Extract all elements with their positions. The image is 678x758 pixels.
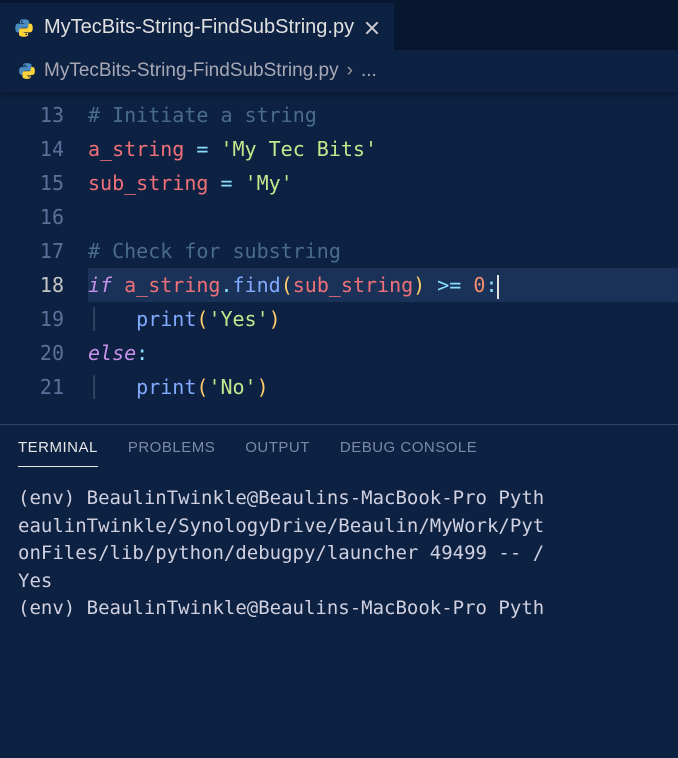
code-line[interactable]: 21│ print('No')	[0, 370, 678, 404]
code-content[interactable]: else:	[88, 336, 678, 370]
code-line[interactable]: 13# Initiate a string	[0, 98, 678, 132]
panel-tab-debug-console[interactable]: DEBUG CONSOLE	[340, 439, 477, 467]
line-number: 13	[0, 98, 88, 132]
terminal-line: eaulinTwinkle/SynologyDrive/Beaulin/MyWo…	[18, 513, 660, 541]
breadcrumb[interactable]: MyTecBits-String-FindSubString.py › ...	[0, 50, 678, 92]
terminal-line: Yes	[18, 568, 660, 596]
panel-tab-problems[interactable]: PROBLEMS	[128, 439, 215, 467]
line-number: 20	[0, 336, 88, 370]
code-line[interactable]: 15sub_string = 'My'	[0, 166, 678, 200]
code-editor[interactable]: 13# Initiate a string14a_string = 'My Te…	[0, 92, 678, 404]
code-line[interactable]: 17# Check for substring	[0, 234, 678, 268]
terminal-line: (env) BeaulinTwinkle@Beaulins-MacBook-Pr…	[18, 595, 660, 623]
panel-tab-terminal[interactable]: TERMINAL	[18, 439, 98, 467]
line-number: 21	[0, 370, 88, 404]
python-icon	[14, 18, 34, 38]
code-line[interactable]: 20else:	[0, 336, 678, 370]
terminal-line: (env) BeaulinTwinkle@Beaulins-MacBook-Pr…	[18, 485, 660, 513]
code-line[interactable]: 19│ print('Yes')	[0, 302, 678, 336]
tab-filename: MyTecBits-String-FindSubString.py	[44, 16, 354, 39]
line-number: 14	[0, 132, 88, 166]
text-cursor	[497, 275, 499, 299]
line-number: 15	[0, 166, 88, 200]
code-content[interactable]: a_string = 'My Tec Bits'	[88, 132, 678, 166]
code-line[interactable]: 18if a_string.find(sub_string) >= 0:	[0, 268, 678, 302]
code-line[interactable]: 14a_string = 'My Tec Bits'	[0, 132, 678, 166]
code-content[interactable]: # Initiate a string	[88, 98, 678, 132]
tab-bar: MyTecBits-String-FindSubString.py	[0, 0, 678, 50]
panel-tabs: TERMINAL PROBLEMS OUTPUT DEBUG CONSOLE	[0, 425, 678, 467]
terminal-line: onFiles/lib/python/debugpy/launcher 4949…	[18, 540, 660, 568]
close-icon[interactable]	[364, 20, 380, 36]
chevron-right-icon: ›	[347, 60, 353, 82]
line-number: 17	[0, 234, 88, 268]
editor-tab[interactable]: MyTecBits-String-FindSubString.py	[0, 3, 394, 50]
line-number: 16	[0, 200, 88, 234]
code-content[interactable]: sub_string = 'My'	[88, 166, 678, 200]
terminal-output[interactable]: (env) BeaulinTwinkle@Beaulins-MacBook-Pr…	[0, 467, 678, 641]
python-icon	[18, 62, 36, 80]
code-content[interactable]	[88, 200, 678, 234]
breadcrumb-more: ...	[361, 60, 377, 82]
code-content[interactable]: # Check for substring	[88, 234, 678, 268]
line-number: 19	[0, 302, 88, 336]
breadcrumb-filename: MyTecBits-String-FindSubString.py	[44, 60, 339, 82]
panel-tab-output[interactable]: OUTPUT	[245, 439, 310, 467]
code-content[interactable]: │ print('Yes')	[88, 302, 678, 336]
code-line[interactable]: 16	[0, 200, 678, 234]
code-content[interactable]: if a_string.find(sub_string) >= 0:	[88, 268, 678, 302]
line-number: 18	[0, 268, 88, 302]
code-content[interactable]: │ print('No')	[88, 370, 678, 404]
